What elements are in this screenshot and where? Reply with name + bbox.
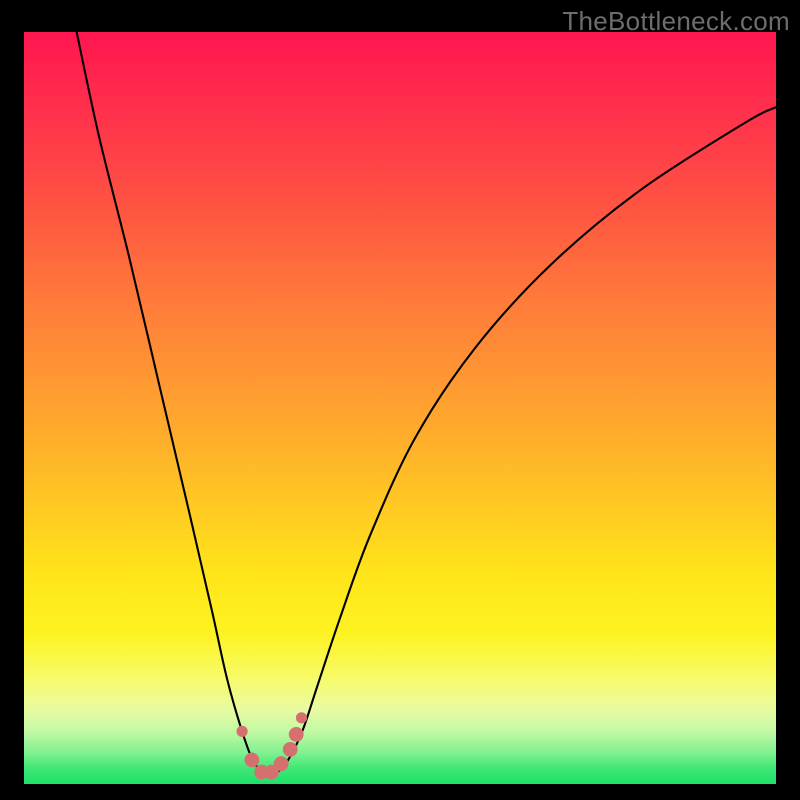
bottleneck-curve-svg xyxy=(24,32,776,784)
chart-frame: TheBottleneck.com xyxy=(0,0,800,800)
curve-marker xyxy=(244,753,259,768)
curve-marker xyxy=(236,726,247,737)
curve-marker xyxy=(283,742,298,757)
bottleneck-curve-path xyxy=(77,32,776,774)
curve-marker xyxy=(289,727,304,742)
curve-marker xyxy=(296,712,307,723)
curve-marker xyxy=(274,756,289,771)
watermark-text: TheBottleneck.com xyxy=(562,6,790,37)
plot-outer xyxy=(24,32,776,784)
